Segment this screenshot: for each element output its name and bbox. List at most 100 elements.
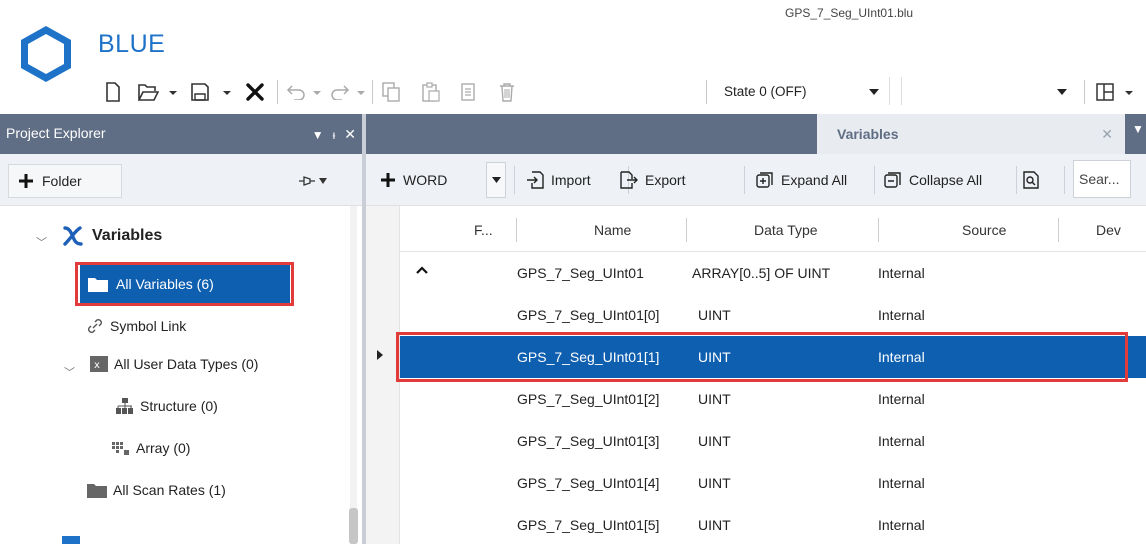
find-document-icon [1023, 171, 1039, 189]
table-row[interactable]: GPS_7_Seg_UInt01[3] UINT Internal [400, 420, 1146, 462]
column-separator[interactable] [686, 218, 687, 242]
add-folder-button[interactable]: Folder [8, 164, 122, 198]
layout-dropdown-chevron-icon[interactable] [1124, 88, 1134, 98]
tree-node-all-user-data-types[interactable]: x All User Data Types (0) [90, 356, 258, 372]
redo-button[interactable] [327, 78, 353, 106]
collapse-caret-icon[interactable] [416, 266, 428, 274]
cell-data-type: UINT [698, 391, 731, 407]
search-placeholder: Sear... [1079, 171, 1120, 187]
cell-name: GPS_7_Seg_UInt01[0] [517, 307, 660, 323]
cell-data-type: UINT [698, 475, 731, 491]
tab-label: Variables [837, 126, 899, 142]
export-button[interactable]: Export [620, 160, 685, 200]
export-label: Export [645, 172, 686, 188]
new-file-button[interactable] [100, 78, 126, 106]
secondary-select[interactable] [901, 77, 1077, 105]
expand-chevron-icon[interactable]: ﹀ [36, 234, 47, 250]
find-button[interactable] [1023, 160, 1039, 200]
collapse-all-button[interactable]: Collapse All [884, 160, 982, 200]
array-icon [112, 442, 129, 455]
table-row[interactable]: GPS_7_Seg_UInt01[5] UINT Internal [400, 504, 1146, 544]
cell-data-type: UINT [698, 433, 731, 449]
column-separator[interactable] [1058, 218, 1059, 242]
collapse-all-label: Collapse All [909, 172, 983, 188]
add-word-button[interactable]: WORD [380, 160, 447, 200]
tree-node-partial-icon [62, 536, 80, 544]
column-header-name[interactable]: Name [594, 222, 631, 238]
delete-button[interactable] [240, 78, 270, 106]
tree-node-variables[interactable]: Variables [62, 226, 162, 246]
add-word-label: WORD [403, 172, 448, 188]
search-input[interactable]: Sear... [1073, 160, 1131, 198]
cell-source: Internal [878, 307, 925, 323]
table-row[interactable]: GPS_7_Seg_UInt01[0] UINT Internal [400, 294, 1146, 336]
user-data-type-icon: x [90, 356, 108, 372]
add-folder-label: Folder [42, 173, 82, 189]
trash-icon [500, 83, 514, 102]
paste-special-button[interactable] [456, 78, 482, 106]
variable-x-icon [63, 226, 83, 246]
tree-node-label: Symbol Link [110, 318, 187, 334]
link-dropdown-button[interactable] [298, 170, 348, 192]
cell-source: Internal [878, 433, 925, 449]
expand-chevron-icon[interactable]: ﹀ [64, 364, 75, 380]
folder-icon [87, 484, 107, 498]
table-row[interactable]: GPS_7_Seg_UInt01[4] UINT Internal [400, 462, 1146, 504]
panel-close-icon[interactable]: ✕ [344, 126, 356, 143]
column-header-source[interactable]: Source [962, 222, 1006, 238]
open-file-button[interactable] [134, 78, 162, 106]
secondary-chevron-down-icon [1057, 89, 1067, 95]
save-dropdown-chevron-icon[interactable] [222, 88, 232, 98]
tab-close-icon[interactable]: ✕ [1101, 126, 1113, 143]
table-row[interactable]: GPS_7_Seg_UInt01[2] UINT Internal [400, 378, 1146, 420]
tree-node-array[interactable]: Array (0) [112, 440, 190, 456]
tree-scrollbar-track[interactable] [350, 206, 357, 544]
column-header-device[interactable]: Dev [1096, 222, 1121, 238]
panel-pin-icon[interactable]: ᵻ [333, 128, 336, 142]
tree-scrollbar-thumb[interactable] [349, 508, 358, 544]
table-row[interactable]: GPS_7_Seg_UInt01 ARRAY[0..5] OF UINT Int… [400, 252, 1146, 294]
import-button[interactable]: Import [526, 160, 591, 200]
tab-menu-chevron-icon[interactable]: ▼ [1132, 122, 1144, 136]
paste-icon [422, 82, 440, 102]
undo-button[interactable] [283, 78, 309, 106]
panel-menu-chevron-icon[interactable]: ▼ [312, 128, 324, 142]
state-chevron-down-icon [869, 89, 879, 95]
layout-icon [1096, 83, 1114, 101]
tree-node-label: Variables [92, 227, 163, 244]
column-separator[interactable] [516, 218, 517, 242]
open-dropdown-chevron-icon[interactable] [168, 88, 178, 98]
redo-dropdown-chevron-icon[interactable] [356, 88, 366, 98]
tree-node-all-scan-rates[interactable]: All Scan Rates (1) [87, 482, 226, 498]
tree-node-label: All Scan Rates (1) [113, 482, 226, 498]
paste-special-icon [461, 83, 475, 101]
column-separator[interactable] [878, 218, 879, 242]
delete-x-icon [246, 83, 264, 101]
open-file-icon [137, 84, 159, 101]
layout-button[interactable] [1092, 78, 1118, 106]
expand-all-button[interactable]: Expand All [756, 160, 847, 200]
toolbar-separator [277, 80, 278, 104]
state-select[interactable]: State 0 (OFF) [712, 77, 890, 105]
cell-name: GPS_7_Seg_UInt01[5] [517, 517, 660, 533]
word-type-dropdown[interactable] [486, 162, 506, 198]
toolbar-separator [874, 166, 875, 194]
tree-node-structure[interactable]: Structure (0) [116, 398, 218, 414]
undo-dropdown-chevron-icon[interactable] [312, 88, 322, 98]
column-header-data-type[interactable]: Data Type [754, 222, 818, 238]
tree-node-label: Structure (0) [140, 398, 218, 414]
grid-header: F... Name Data Type Source Dev [400, 206, 1146, 252]
column-header-flags[interactable]: F... [474, 222, 493, 238]
app-name: BLUE [98, 30, 166, 58]
tree-node-symbol-link[interactable]: Symbol Link [86, 317, 186, 335]
undo-icon [286, 85, 305, 100]
paste-button[interactable] [418, 78, 444, 106]
trash-button[interactable] [494, 78, 520, 106]
save-button[interactable] [186, 78, 214, 106]
cell-source: Internal [878, 391, 925, 407]
link-pin-icon [299, 176, 315, 186]
toolbar-separator [514, 166, 515, 194]
tab-variables[interactable]: Variables ✕ [817, 114, 1125, 154]
copy-button[interactable] [378, 78, 404, 106]
project-explorer-toolbar: Folder [0, 154, 362, 206]
